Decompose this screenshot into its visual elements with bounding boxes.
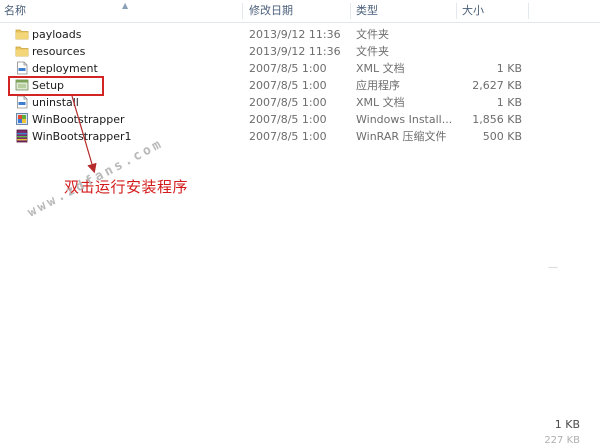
file-name: Setup <box>32 79 65 92</box>
file-date: 2013/9/12 11:36 <box>249 28 341 41</box>
file-date: 2013/9/12 11:36 <box>249 45 341 58</box>
file-row-setup[interactable]: Setup 2007/8/5 1:00 应用程序 2,627 KB <box>0 77 600 94</box>
file-size <box>460 43 522 60</box>
column-header-bar: 名称 ▲ 修改日期 类型 大小 <box>0 0 600 23</box>
column-header-name[interactable]: 名称 <box>0 0 128 22</box>
file-row-resources[interactable]: resources 2013/9/12 11:36 文件夹 <box>0 43 600 60</box>
file-type: XML 文档 <box>356 62 405 75</box>
column-header-type-label: 类型 <box>356 4 378 17</box>
file-type: 文件夹 <box>356 45 389 58</box>
sort-up-icon: ▲ <box>122 1 129 10</box>
file-row-payloads[interactable]: payloads 2013/9/12 11:36 文件夹 <box>0 26 600 43</box>
faint-edge-mark: — <box>548 262 558 273</box>
installer-file-icon <box>16 113 28 125</box>
setup-app-icon <box>15 79 29 91</box>
column-divider[interactable] <box>528 3 529 19</box>
file-date: 2007/8/5 1:00 <box>249 96 327 109</box>
xml-file-icon <box>17 95 28 109</box>
file-size: 1 KB <box>496 96 522 109</box>
file-type: WinRAR 压缩文件 <box>356 130 447 143</box>
column-header-name-label: 名称 <box>4 4 26 17</box>
column-header-size-label: 大小 <box>462 4 484 17</box>
file-date: 2007/8/5 1:00 <box>249 79 327 92</box>
column-header-date-label: 修改日期 <box>249 4 293 17</box>
column-divider[interactable] <box>242 3 243 19</box>
file-size: 500 KB <box>482 130 522 143</box>
file-name: deployment <box>32 62 98 75</box>
status-partial-size: 227 KB <box>544 435 580 446</box>
file-type: XML 文档 <box>356 96 405 109</box>
column-divider[interactable] <box>456 3 457 19</box>
column-header-type[interactable]: 类型 <box>352 0 455 22</box>
column-divider[interactable] <box>350 3 351 19</box>
file-size: 1 KB <box>496 62 522 75</box>
file-date: 2007/8/5 1:00 <box>249 130 327 143</box>
winrar-archive-icon <box>16 129 28 143</box>
file-date: 2007/8/5 1:00 <box>249 62 327 75</box>
file-size <box>460 26 522 43</box>
folder-icon <box>15 46 29 57</box>
file-row-deployment[interactable]: deployment 2007/8/5 1:00 XML 文档 1 KB <box>0 60 600 77</box>
column-header-size[interactable]: 大小 <box>458 0 528 22</box>
column-header-date-modified[interactable]: 修改日期 <box>245 0 349 22</box>
file-size: 2,627 KB <box>472 79 522 92</box>
file-name: resources <box>32 45 86 58</box>
file-size: 1,856 KB <box>472 113 522 126</box>
status-selected-size: 1 KB <box>554 418 580 431</box>
xml-file-icon <box>17 61 28 75</box>
file-type: 应用程序 <box>356 79 400 92</box>
file-date: 2007/8/5 1:00 <box>249 113 327 126</box>
folder-icon <box>15 29 29 40</box>
file-type: Windows Install... <box>356 113 453 126</box>
file-name: payloads <box>32 28 82 41</box>
file-type: 文件夹 <box>356 28 389 41</box>
